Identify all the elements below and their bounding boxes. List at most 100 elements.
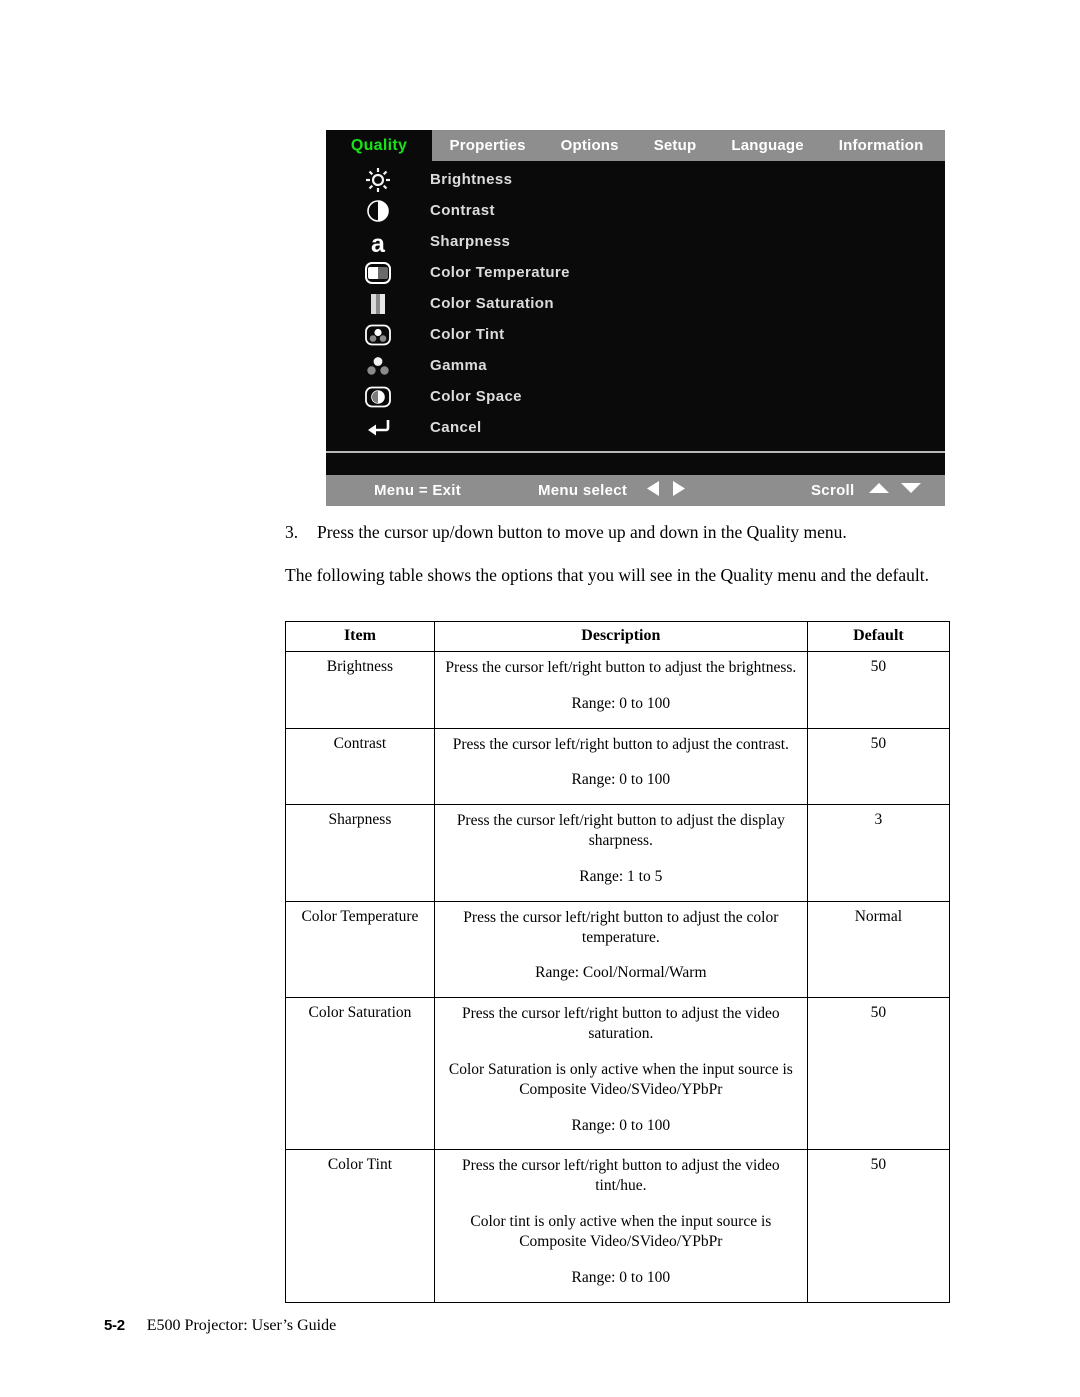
desc-line: Range: 0 to 100 (571, 1268, 671, 1286)
step-number: 3. (285, 522, 299, 542)
cell-description: Press the cursor left/right button to ad… (433, 1149, 808, 1303)
desc-spacer (441, 1044, 801, 1060)
return-arrow-icon (326, 417, 430, 439)
desc-spacer (441, 754, 801, 770)
table-row: Color Temperature Press the cursor left/… (285, 900, 951, 999)
cell-description: Press the cursor left/right button to ad… (433, 727, 808, 806)
cell-default: 50 (806, 997, 951, 1151)
osd-inactive-tabs: Properties Options Setup Language Inform… (432, 130, 945, 161)
osd-item-label: Brightness (430, 171, 513, 188)
osd-menu-screenshot: Quality Properties Options Setup Languag… (326, 130, 945, 506)
step-text: Press the cursor up/down button to move … (317, 522, 847, 542)
cell-description: Press the cursor left/right button to ad… (433, 804, 808, 902)
osd-footer-scroll-hint: Scroll (811, 482, 855, 499)
step-3: 3. Press the cursor up/down button to mo… (285, 521, 965, 545)
desc-line: Range: 0 to 100 (571, 1116, 671, 1134)
osd-item-list: Brightness Contrast a Sharpness Color Te… (326, 161, 945, 449)
cell-default: 50 (806, 727, 951, 806)
osd-footer-select-hint: Menu select (538, 482, 628, 499)
desc-line: Press the cursor left/right button to ad… (445, 659, 797, 676)
tab-properties[interactable]: Properties (446, 137, 528, 154)
intro-paragraph: The following table shows the options th… (285, 565, 929, 585)
osd-item-color-tint[interactable]: Color Tint (326, 319, 945, 350)
sharpness-icon: a (326, 229, 430, 255)
cell-description: Press the cursor left/right button to ad… (433, 900, 808, 999)
osd-tab-bar: Quality Properties Options Setup Languag… (326, 130, 945, 161)
column-header-description: Description (433, 621, 808, 652)
arrow-up-icon[interactable] (868, 481, 890, 500)
desc-line: Color tint is only active when the input… (470, 1213, 772, 1250)
desc-line: Press the cursor left/right button to ad… (456, 812, 785, 850)
quality-options-table: Item Description Default Brightness Pres… (285, 621, 951, 1303)
cell-item: Contrast (285, 727, 435, 806)
tab-language[interactable]: Language (728, 137, 806, 154)
desc-spacer (441, 851, 801, 867)
osd-item-color-space[interactable]: Color Space (326, 381, 945, 412)
gamma-icon (326, 355, 430, 377)
osd-item-label: Color Tint (430, 326, 505, 343)
desc-line: Press the cursor left/right button to ad… (461, 1157, 780, 1195)
osd-item-color-temperature[interactable]: Color Temperature (326, 257, 945, 288)
desc-line: Range: Cool/Normal/Warm (535, 964, 707, 982)
osd-footer-lr-arrows (646, 480, 686, 502)
osd-item-color-saturation[interactable]: Color Saturation (326, 288, 945, 319)
osd-item-label: Color Temperature (430, 264, 570, 281)
osd-footer-exit-hint: Menu = Exit (374, 482, 462, 499)
page-footer-title: E500 Projector: User’s Guide (146, 1317, 337, 1334)
arrow-down-icon[interactable] (900, 481, 922, 500)
desc-line: Press the cursor left/right button to ad… (452, 735, 789, 753)
desc-line: Range: 1 to 5 (579, 867, 663, 885)
cell-description: Press the cursor left/right button to ad… (433, 651, 808, 729)
cell-description: Press the cursor left/right button to ad… (433, 997, 808, 1151)
table-header-row: Item Description Default (285, 621, 951, 652)
cell-default: 50 (806, 1149, 951, 1303)
color-saturation-icon (326, 292, 430, 316)
desc-line: Range: 0 to 100 (571, 771, 671, 789)
osd-item-label: Color Space (430, 388, 522, 405)
column-header-item: Item (285, 621, 435, 652)
column-header-default: Default (806, 621, 951, 652)
color-space-icon (326, 386, 430, 408)
osd-item-label: Sharpness (430, 233, 511, 250)
desc-spacer (441, 1100, 801, 1116)
table-row: Sharpness Press the cursor left/right bu… (285, 804, 951, 902)
arrow-left-icon[interactable] (646, 480, 661, 502)
osd-footer-bar: Menu = Exit Menu select Scroll (326, 475, 945, 506)
page-number: 5-2 (104, 1317, 125, 1334)
cell-default: Normal (806, 900, 951, 999)
color-tint-icon (326, 324, 430, 346)
table-row: Color Saturation Press the cursor left/r… (285, 997, 951, 1151)
osd-item-gamma[interactable]: Gamma (326, 350, 945, 381)
color-temperature-icon (326, 261, 430, 285)
tab-setup[interactable]: Setup (651, 137, 700, 154)
desc-line: Press the cursor left/right button to ad… (463, 908, 779, 946)
page-footer: 5-2 E500 Projector: User’s Guide (104, 1317, 336, 1335)
desc-line: Press the cursor left/right button to ad… (461, 1005, 780, 1043)
brightness-icon (326, 167, 430, 193)
table-row: Brightness Press the cursor left/right b… (285, 651, 951, 729)
osd-item-label: Contrast (430, 202, 495, 219)
desc-spacer (441, 678, 801, 694)
osd-item-label: Color Saturation (430, 295, 554, 312)
desc-line: Range: 0 to 100 (571, 694, 671, 712)
cell-default: 50 (806, 651, 951, 729)
osd-item-label: Gamma (430, 357, 488, 374)
cell-item: Color Tint (285, 1149, 435, 1303)
desc-line: Color Saturation is only active when the… (448, 1060, 793, 1098)
tab-quality-label: Quality (350, 136, 408, 154)
tab-options[interactable]: Options (558, 137, 622, 154)
table-row: Contrast Press the cursor left/right but… (285, 727, 951, 806)
osd-item-label: Cancel (430, 419, 482, 436)
osd-item-cancel[interactable]: Cancel (326, 412, 945, 443)
desc-spacer (441, 947, 801, 963)
osd-item-brightness[interactable]: Brightness (326, 164, 945, 195)
tab-quality[interactable]: Quality (326, 130, 432, 161)
osd-item-contrast[interactable]: Contrast (326, 195, 945, 226)
desc-spacer (441, 1196, 801, 1212)
cell-item: Brightness (285, 651, 435, 729)
arrow-right-icon[interactable] (671, 480, 686, 502)
desc-spacer (441, 1252, 801, 1268)
table-row: Color Tint Press the cursor left/right b… (285, 1149, 951, 1303)
osd-item-sharpness[interactable]: a Sharpness (326, 226, 945, 257)
tab-information[interactable]: Information (836, 137, 927, 154)
